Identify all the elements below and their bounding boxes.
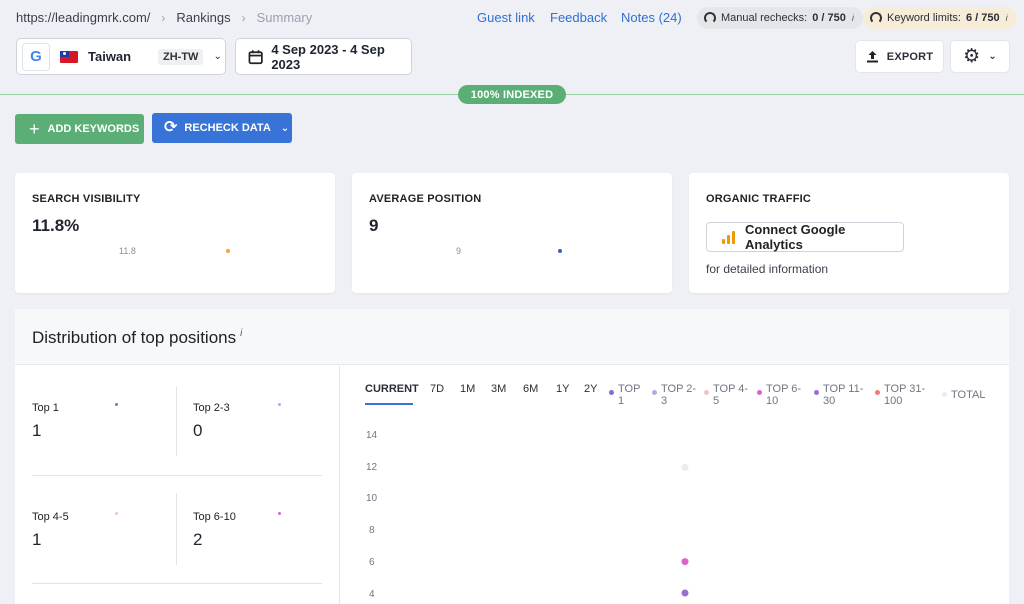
plus-icon: + — [29, 119, 40, 139]
chevron-down-icon: ⌄ — [280, 122, 290, 134]
distribution-title: Distribution of top positions i — [32, 328, 243, 347]
legend-dot — [115, 403, 118, 406]
chart-point-total[interactable] — [681, 463, 689, 471]
stat-top-4-5-value: 1 — [32, 530, 42, 549]
breadcrumb-rankings[interactable]: Rankings — [176, 10, 230, 25]
info-icon[interactable]: i — [852, 13, 854, 23]
tab-3m[interactable]: 3M — [491, 383, 506, 395]
stat-top-6-10-value: 2 — [193, 530, 203, 549]
tab-2y[interactable]: 2Y — [584, 383, 597, 395]
distribution-chart — [681, 463, 689, 597]
recheck-data-button[interactable]: ⟳ RECHECK DATA ⌄ — [152, 113, 292, 143]
gauge-icon — [704, 12, 716, 24]
feedback-link[interactable]: Feedback — [550, 10, 607, 25]
manual-rechecks-badge: Manual rechecks: 0 / 750 i — [697, 7, 863, 29]
tab-1y[interactable]: 1Y — [556, 383, 569, 395]
organic-traffic-title: ORGANIC TRAFFIC — [706, 193, 812, 205]
chart-point-top-11-30[interactable] — [681, 589, 689, 597]
chevron-right-icon: › — [241, 10, 246, 25]
legend-dot — [278, 512, 281, 515]
tab-6m[interactable]: 6M — [523, 383, 538, 395]
stat-top-2-3-value: 0 — [193, 421, 203, 440]
language-badge: ZH-TW — [158, 48, 204, 65]
active-tab-indicator — [365, 403, 413, 405]
notes-link[interactable]: Notes (24) — [621, 10, 682, 25]
sparkline-label: 9 — [456, 246, 462, 256]
tab-current[interactable]: CURRENT — [365, 383, 419, 395]
gauge-icon — [870, 12, 882, 24]
date-range-label: 4 Sep 2023 - 4 Sep 2023 — [271, 41, 385, 72]
legend-top-1[interactable]: TOP 1 — [609, 383, 640, 407]
gear-icon: ⚙ — [963, 46, 981, 67]
search-visibility-value: 11.8% — [32, 216, 80, 235]
keyword-limits-badge: Keyword limits: 6 / 750 i — [863, 7, 1017, 29]
legend-dot — [115, 512, 118, 515]
legend-total[interactable]: TOTAL — [942, 389, 985, 401]
stat-top-6-10-label: Top 6-10 — [193, 511, 236, 523]
legend-top-4-5[interactable]: TOP 4- 5 — [704, 383, 748, 407]
indexed-badge: 100% INDEXED — [458, 85, 566, 104]
country-label: Taiwan — [88, 49, 132, 64]
sparkline-point — [226, 249, 230, 253]
taiwan-flag-icon — [60, 50, 78, 63]
google-analytics-icon — [722, 230, 735, 244]
legend-top-11-30[interactable]: TOP 11- 30 — [814, 383, 863, 407]
organic-traffic-note: for detailed information — [706, 262, 829, 276]
refresh-icon: ⟳ — [164, 119, 178, 136]
stat-top-2-3-label: Top 2-3 — [193, 402, 230, 414]
stat-divider — [176, 386, 177, 456]
info-icon[interactable]: i — [240, 328, 242, 339]
legend-dot — [704, 390, 709, 395]
breadcrumb-site[interactable]: https://leadingmrk.com/ — [16, 10, 150, 25]
calendar-icon — [248, 49, 263, 64]
stat-divider — [32, 475, 322, 476]
legend-top-6-10[interactable]: TOP 6- 10 — [757, 383, 801, 407]
breadcrumb-current: Summary — [256, 10, 313, 25]
legend-top-2-3[interactable]: TOP 2- 3 — [652, 383, 696, 407]
location-selector[interactable]: G Taiwan ZH-TW ⌄ — [16, 38, 226, 75]
chevron-down-icon: ⌄ — [988, 51, 997, 62]
legend-dot — [278, 403, 281, 406]
legend-dot — [942, 392, 947, 397]
sparkline-point — [558, 249, 562, 253]
stat-divider — [176, 493, 177, 565]
guest-link[interactable]: Guest link — [477, 10, 535, 25]
search-visibility-title: SEARCH VISIBILITY — [32, 193, 141, 205]
info-icon[interactable]: i — [1006, 13, 1008, 23]
average-position-title: AVERAGE POSITION — [369, 193, 482, 205]
stat-top-1-label: Top 1 — [32, 402, 59, 414]
upload-icon — [866, 51, 878, 63]
legend-top-31-100[interactable]: TOP 31- 100 — [875, 383, 925, 407]
legend-dot — [814, 390, 819, 395]
legend-dot — [652, 390, 657, 395]
google-icon: G — [22, 42, 50, 71]
stat-divider — [32, 583, 322, 584]
chevron-down-icon: ⌄ — [213, 51, 222, 62]
legend-dot — [875, 390, 880, 395]
stat-top-1-value: 1 — [32, 421, 42, 440]
tab-1m[interactable]: 1M — [460, 383, 475, 395]
average-position-card — [352, 173, 672, 293]
export-button[interactable]: EXPORT — [856, 41, 943, 72]
tab-7d[interactable]: 7D — [430, 383, 444, 395]
chevron-right-icon: › — [161, 10, 166, 25]
legend-dot — [757, 390, 762, 395]
sparkline-label: 11.8 — [119, 246, 136, 256]
stat-top-4-5-label: Top 4-5 — [32, 511, 69, 523]
average-position-value: 9 — [369, 216, 379, 235]
connect-google-analytics-button[interactable]: Connect Google Analytics — [706, 222, 904, 252]
date-range-picker[interactable]: 4 Sep 2023 - 4 Sep 2023 — [235, 38, 412, 75]
add-keywords-button[interactable]: + ADD KEYWORDS — [15, 114, 144, 144]
breadcrumb: https://leadingmrk.com/ › Rankings › Sum… — [16, 10, 312, 25]
legend-dot — [609, 390, 614, 395]
chart-point-top-6-10[interactable] — [681, 558, 689, 566]
settings-menu-button[interactable]: ⚙ ⌄ — [951, 41, 1009, 72]
